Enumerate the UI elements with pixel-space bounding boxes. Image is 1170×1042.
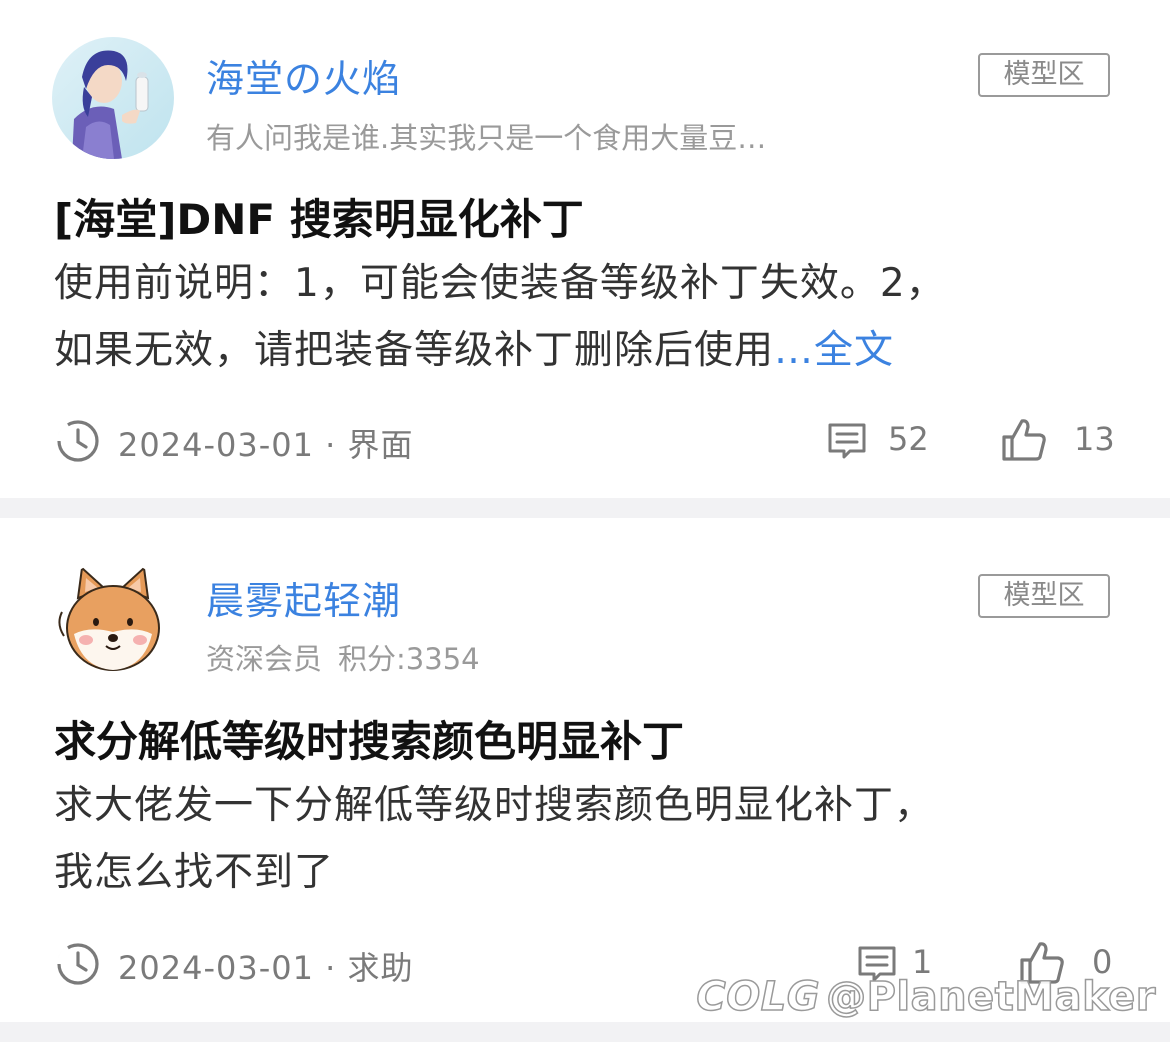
post-excerpt-line: 我怎么找不到了 (54, 850, 335, 895)
author-name[interactable]: 海堂の火焰 (206, 48, 401, 103)
author-rank: 资深会员 积分:3354 (206, 636, 480, 678)
thumbs-up-icon[interactable] (1000, 417, 1048, 463)
author-name[interactable]: 晨雾起轻潮 (206, 570, 401, 625)
post-date-category: 2024-03-01 · 求助 (118, 949, 414, 987)
avatar[interactable] (52, 37, 174, 159)
post-card[interactable]: 晨雾起轻潮 资深会员 积分:3354 模型区 求分解低等级时搜索颜色明显补丁 求大… (0, 518, 1170, 1022)
watermark-logo: COLG (696, 973, 821, 1021)
member-points: 积分:3354 (338, 642, 480, 676)
post-title[interactable]: 求分解低等级时搜索颜色明显补丁 (54, 708, 1130, 769)
category-tag[interactable]: 模型区 (978, 574, 1110, 618)
post-title[interactable]: [海堂]DNF 搜索明显化补丁 (54, 186, 1130, 247)
clock-icon (57, 420, 99, 462)
watermark: COLG @PlanetMaker (696, 973, 1157, 1021)
post-meta: 2024-03-01 · 界面 52 13 (56, 417, 1130, 465)
clock-icon (57, 943, 99, 985)
post-card[interactable]: 海堂の火焰 有人问我是谁.其实我只是一个食用大量豆… 模型区 [海堂]DNF 搜… (0, 0, 1170, 498)
author-bio: 有人问我是谁.其实我只是一个食用大量豆… (206, 121, 767, 155)
read-more-link[interactable]: …全文 (774, 328, 894, 373)
avatar-image-shiba (52, 560, 174, 682)
comment-icon[interactable] (826, 421, 868, 461)
post-date-category: 2024-03-01 · 界面 (118, 426, 414, 464)
post-excerpt-text: 如果无效，请把装备等级补丁删除后使用 (54, 328, 775, 373)
avatar-image-anime (52, 37, 174, 159)
post-excerpt[interactable]: 使用前说明：1，可能会使装备等级补丁失效。2， 如果无效，请把装备等级补丁删除后… (54, 250, 1124, 384)
category-tag[interactable]: 模型区 (978, 53, 1110, 97)
post-feed: 海堂の火焰 有人问我是谁.其实我只是一个食用大量豆… 模型区 [海堂]DNF 搜… (0, 0, 1170, 1042)
member-rank: 资深会员 (206, 642, 323, 676)
watermark-handle: @PlanetMaker (825, 973, 1156, 1021)
avatar[interactable] (52, 560, 174, 682)
post-excerpt-line: 求大佬发一下分解低等级时搜索颜色明显化补丁， (54, 783, 935, 828)
post-excerpt-line: 如果无效，请把装备等级补丁删除后使用…全文 (54, 317, 1124, 384)
comment-count[interactable]: 52 (888, 420, 929, 458)
post-excerpt[interactable]: 求大佬发一下分解低等级时搜索颜色明显化补丁， 我怎么找不到了 (54, 772, 1124, 906)
post-excerpt-line: 使用前说明：1，可能会使装备等级补丁失效。2， (54, 261, 946, 306)
like-count[interactable]: 13 (1074, 420, 1115, 458)
